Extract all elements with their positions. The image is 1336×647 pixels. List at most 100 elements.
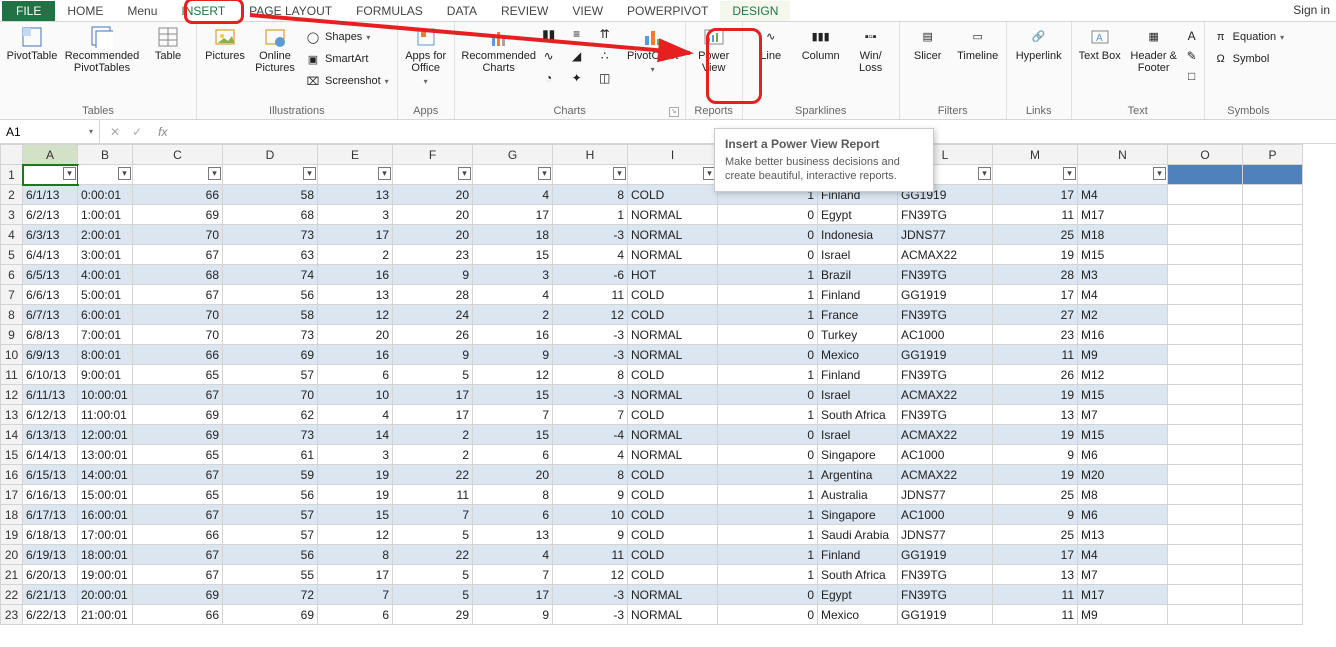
filter-dropdown-icon[interactable]: ▾ bbox=[118, 167, 131, 180]
cell[interactable]: 19:00:01 bbox=[78, 565, 133, 585]
tab-data[interactable]: DATA bbox=[435, 1, 489, 21]
cell[interactable]: 19 bbox=[318, 485, 393, 505]
cell[interactable]: 0:00:01 bbox=[78, 185, 133, 205]
cell[interactable]: 1 bbox=[718, 565, 818, 585]
cell[interactable]: 66 bbox=[133, 525, 223, 545]
cell[interactable]: -3 bbox=[553, 325, 628, 345]
cell[interactable]: Argentina bbox=[818, 465, 898, 485]
cell[interactable]: South Africa bbox=[818, 565, 898, 585]
signature-icon[interactable]: ✎ bbox=[1184, 48, 1200, 64]
cell[interactable]: 69 bbox=[133, 205, 223, 225]
cell[interactable]: 7 bbox=[318, 585, 393, 605]
cell[interactable]: 62 bbox=[223, 405, 318, 425]
cell[interactable]: 22 bbox=[393, 545, 473, 565]
cell[interactable]: M18 bbox=[1078, 225, 1168, 245]
cell[interactable]: 1 bbox=[718, 525, 818, 545]
cell[interactable]: 69 bbox=[133, 585, 223, 605]
dropdown-arrow-icon[interactable]: ▾ bbox=[89, 127, 93, 136]
apps-for-office-button[interactable]: Apps for Office▾ bbox=[402, 24, 450, 90]
cell[interactable]: Israel bbox=[818, 245, 898, 265]
cell[interactable] bbox=[1168, 545, 1243, 565]
row-header[interactable]: 7 bbox=[1, 285, 23, 305]
cell[interactable]: 56 bbox=[223, 285, 318, 305]
cell[interactable]: M3 bbox=[1078, 265, 1168, 285]
cell[interactable]: 20:00:01 bbox=[78, 585, 133, 605]
line-chart-icon[interactable]: ∿ bbox=[541, 48, 557, 64]
filter-dropdown-icon[interactable]: ▾ bbox=[538, 167, 551, 180]
tab-file[interactable]: FILE bbox=[2, 1, 55, 21]
cell[interactable] bbox=[1243, 285, 1303, 305]
cell[interactable]: 17 bbox=[318, 565, 393, 585]
cell[interactable]: 69 bbox=[133, 405, 223, 425]
cell[interactable]: 6/20/13 bbox=[23, 565, 78, 585]
cell[interactable]: 65 bbox=[133, 445, 223, 465]
cell[interactable]: 20 bbox=[393, 225, 473, 245]
cell[interactable]: 25 bbox=[993, 485, 1078, 505]
cell[interactable]: 57 bbox=[223, 525, 318, 545]
cell[interactable]: 58 bbox=[223, 185, 318, 205]
cell[interactable]: 67 bbox=[133, 385, 223, 405]
power-view-button[interactable]: Power View bbox=[690, 24, 738, 76]
cell[interactable]: 6/8/13 bbox=[23, 325, 78, 345]
cell[interactable]: 67 bbox=[133, 505, 223, 525]
column-header[interactable]: D bbox=[223, 145, 318, 165]
cell[interactable]: NORMAL bbox=[628, 585, 718, 605]
cell[interactable]: 66 bbox=[133, 345, 223, 365]
cell[interactable]: COLD bbox=[628, 545, 718, 565]
cell[interactable]: 1 bbox=[718, 485, 818, 505]
cell[interactable]: 6/3/13 bbox=[23, 225, 78, 245]
cell[interactable]: 11 bbox=[553, 545, 628, 565]
cell[interactable]: 28 bbox=[393, 285, 473, 305]
cell[interactable] bbox=[1168, 285, 1243, 305]
cell[interactable]: AC1000 bbox=[898, 445, 993, 465]
cell[interactable] bbox=[1243, 265, 1303, 285]
cell[interactable]: -4 bbox=[553, 425, 628, 445]
cell[interactable]: ACMAX22 bbox=[898, 465, 993, 485]
cell[interactable]: 6:00:01 bbox=[78, 305, 133, 325]
cell[interactable]: 5 bbox=[393, 585, 473, 605]
cell[interactable]: 20 bbox=[393, 185, 473, 205]
cell[interactable] bbox=[1243, 465, 1303, 485]
cell[interactable]: 11 bbox=[993, 345, 1078, 365]
cell[interactable]: 19 bbox=[993, 245, 1078, 265]
cell[interactable]: M4 bbox=[1078, 545, 1168, 565]
cell[interactable]: Egypt bbox=[818, 205, 898, 225]
cell[interactable]: 2:00:01 bbox=[78, 225, 133, 245]
cell[interactable]: Singapore bbox=[818, 505, 898, 525]
cell[interactable]: 6 bbox=[473, 445, 553, 465]
column-header[interactable]: A bbox=[23, 145, 78, 165]
cell[interactable]: 5 bbox=[393, 525, 473, 545]
cell[interactable]: 6/22/13 bbox=[23, 605, 78, 625]
cell[interactable] bbox=[1168, 265, 1243, 285]
cell[interactable]: 65 bbox=[133, 365, 223, 385]
cell[interactable]: 0 bbox=[718, 445, 818, 465]
cell[interactable]: 4 bbox=[553, 445, 628, 465]
cell[interactable]: 1 bbox=[718, 365, 818, 385]
cell[interactable]: 6/12/13 bbox=[23, 405, 78, 425]
bar-chart-icon[interactable]: ≡ bbox=[569, 26, 585, 42]
cell[interactable]: COLD bbox=[628, 505, 718, 525]
cell[interactable] bbox=[1168, 165, 1243, 185]
row-header[interactable]: 20 bbox=[1, 545, 23, 565]
cell[interactable]: 21:00:01 bbox=[78, 605, 133, 625]
radar-chart-icon[interactable]: ✦ bbox=[569, 70, 585, 86]
column-header[interactable]: B bbox=[78, 145, 133, 165]
cell[interactable]: 14 bbox=[318, 425, 393, 445]
cell[interactable] bbox=[1168, 445, 1243, 465]
cell[interactable]: GG1919 bbox=[898, 285, 993, 305]
equation-button[interactable]: πEquation▾ bbox=[1209, 28, 1288, 46]
cell[interactable]: 12:00:01 bbox=[78, 425, 133, 445]
sparkline-line-button[interactable]: ∿Line bbox=[747, 24, 795, 64]
sparkline-winloss-button[interactable]: ▪▫▪Win/ Loss bbox=[847, 24, 895, 76]
cell[interactable]: Australia bbox=[818, 485, 898, 505]
cell[interactable]: 13 bbox=[473, 525, 553, 545]
cell[interactable]: GG1919 bbox=[898, 345, 993, 365]
slicer-button[interactable]: ▤Slicer bbox=[904, 24, 952, 64]
cell[interactable]: 57 bbox=[223, 505, 318, 525]
name-box-input[interactable] bbox=[6, 125, 66, 139]
column-header[interactable]: M bbox=[993, 145, 1078, 165]
scatter-chart-icon[interactable]: ∴ bbox=[597, 48, 613, 64]
cell[interactable]: 26 bbox=[993, 365, 1078, 385]
cell[interactable]: NORMAL bbox=[628, 425, 718, 445]
row-header[interactable]: 23 bbox=[1, 605, 23, 625]
